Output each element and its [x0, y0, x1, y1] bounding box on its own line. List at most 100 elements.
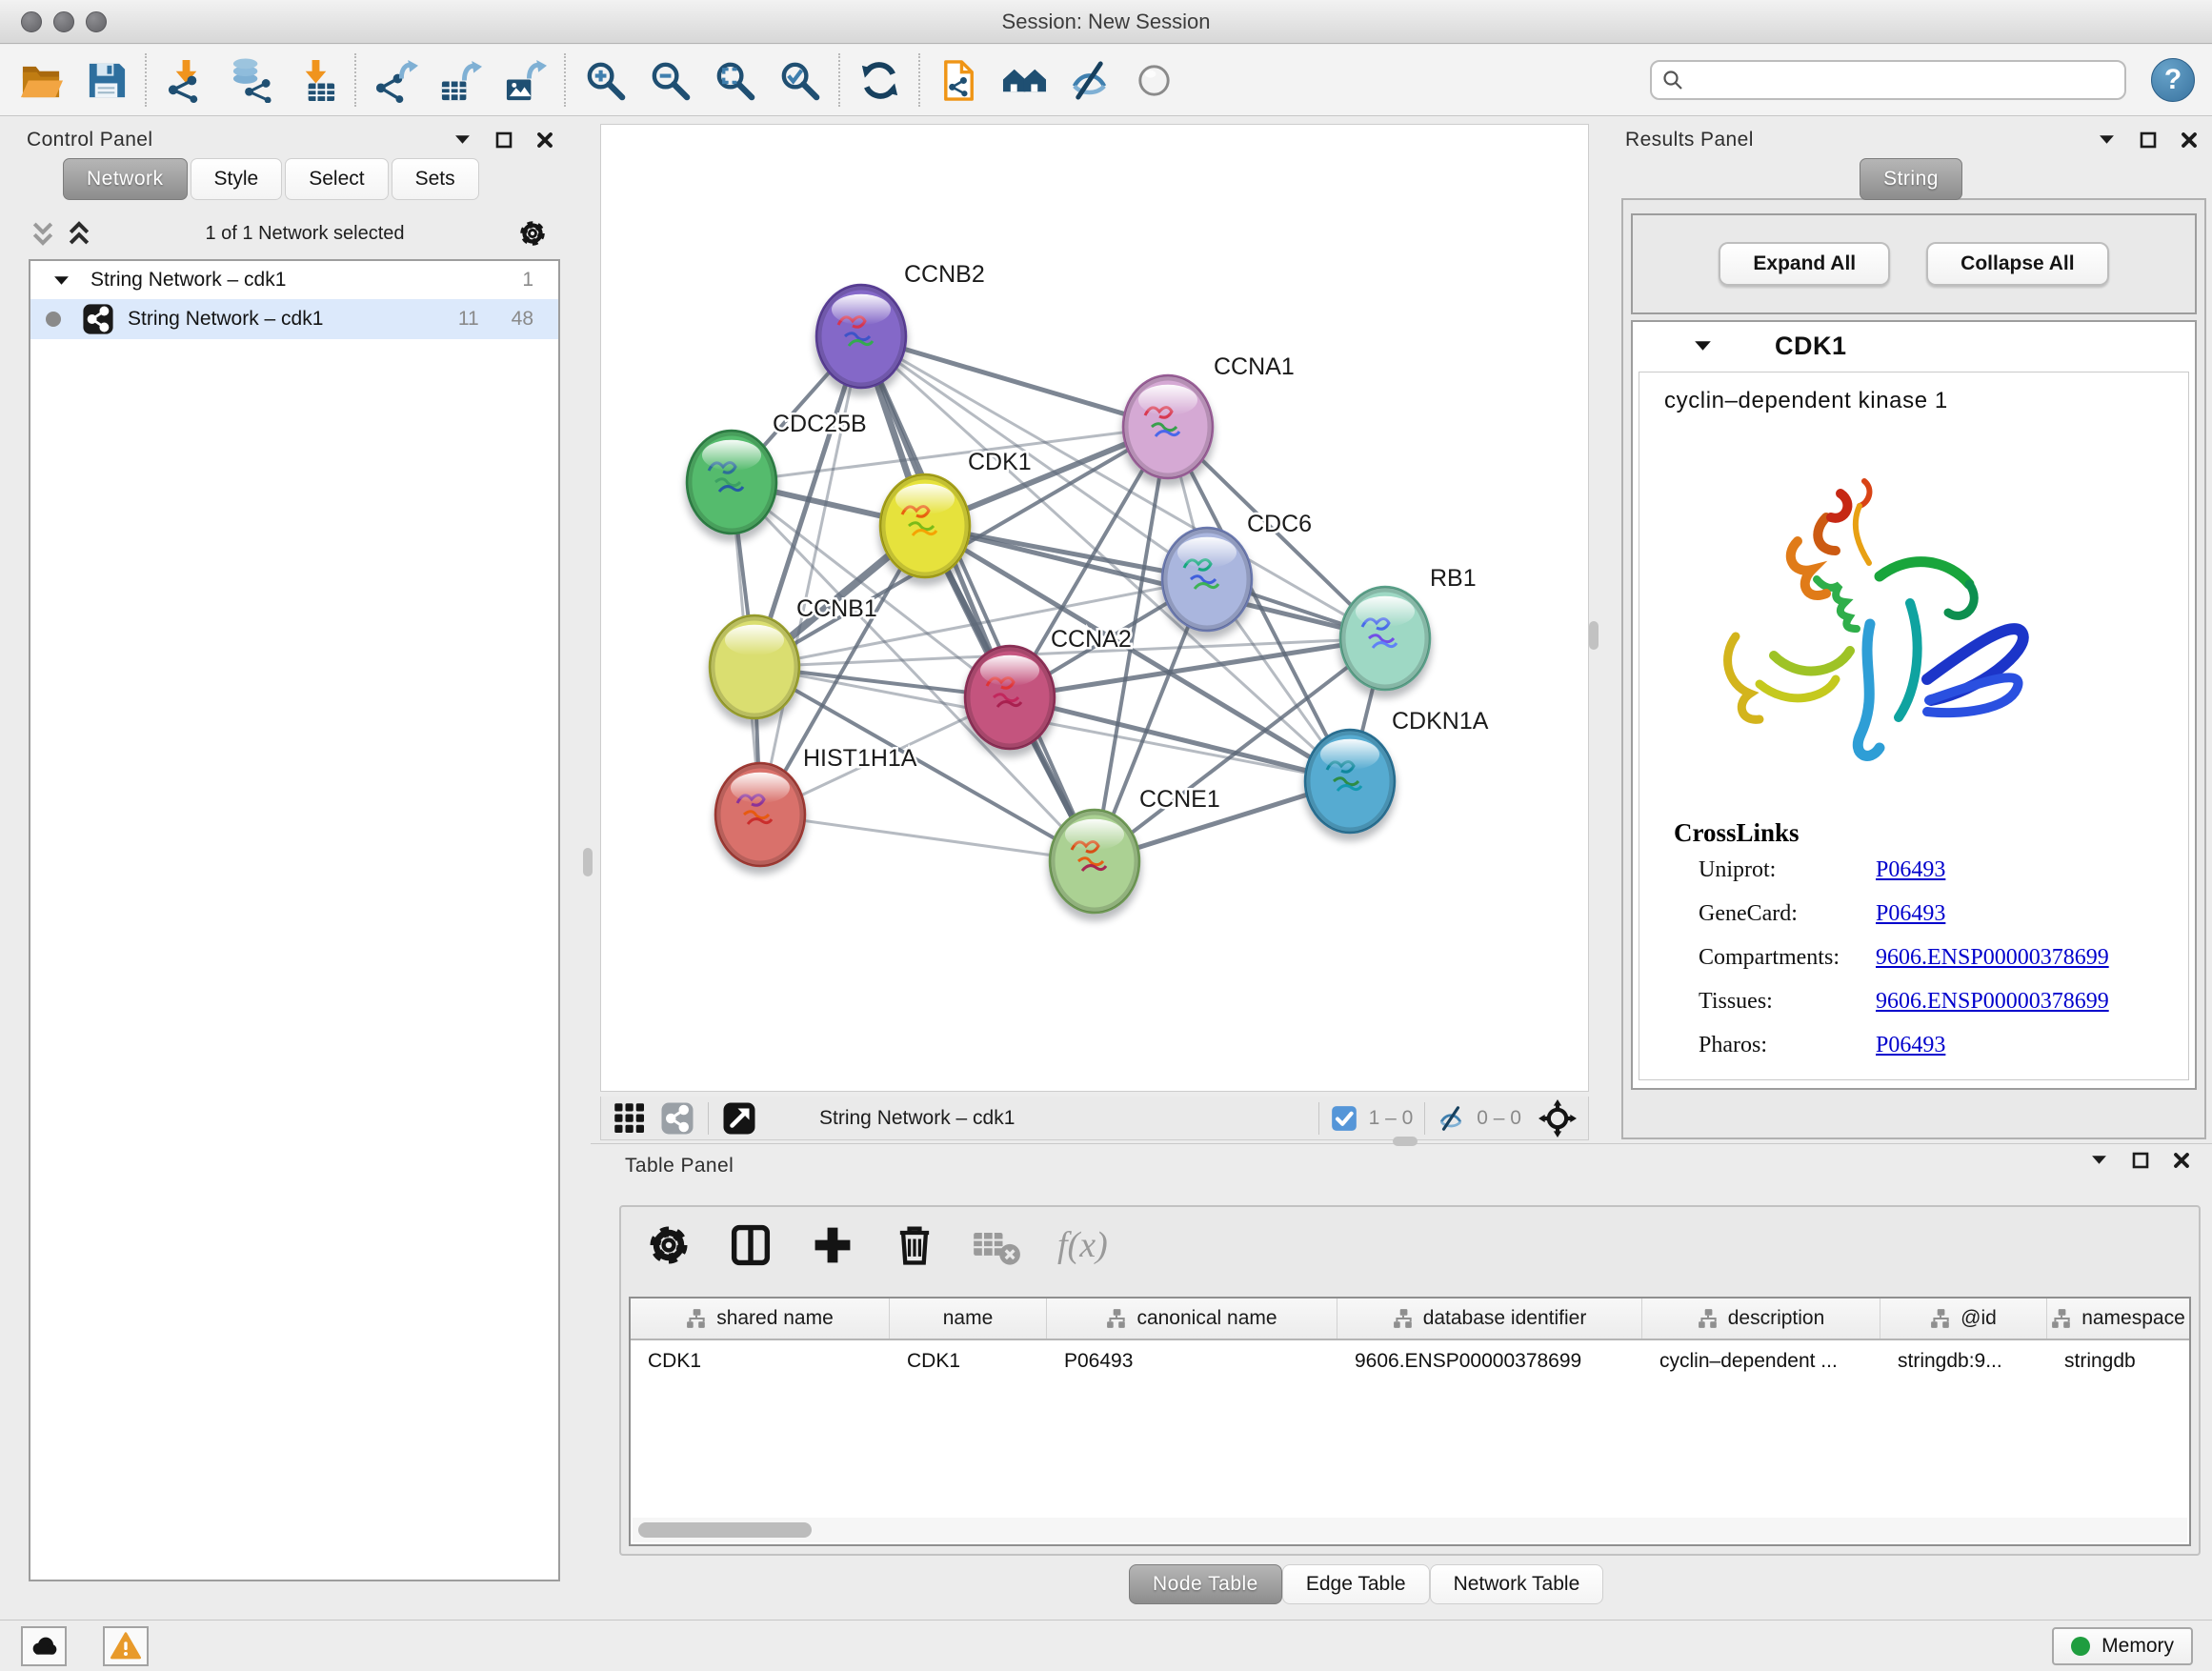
- tree-icon: [1930, 1308, 1951, 1329]
- table-cell[interactable]: stringdb:9...: [1880, 1350, 2047, 1373]
- zoom-selected-button[interactable]: [772, 52, 827, 108]
- edge-HIST1H1A-CCNE1[interactable]: [760, 815, 1095, 861]
- column-header-name[interactable]: name: [890, 1299, 1047, 1339]
- float-panel-icon[interactable]: [2097, 130, 2117, 150]
- node-cdkn1a[interactable]: CDKN1A: [1303, 708, 1489, 841]
- tab-sets[interactable]: Sets: [392, 158, 479, 200]
- node-cdc25b[interactable]: CDC25B: [685, 411, 867, 542]
- collapse-all-icon[interactable]: [29, 219, 57, 248]
- detach-view-icon[interactable]: [722, 1101, 756, 1136]
- table-cell[interactable]: stringdb: [2047, 1350, 2189, 1373]
- right-splitter-handle[interactable]: [1589, 621, 1599, 650]
- delete-column-icon[interactable]: [890, 1220, 939, 1270]
- crosslink-link[interactable]: P06493: [1876, 901, 1945, 927]
- column-header-description[interactable]: description: [1642, 1299, 1880, 1339]
- zoom-out-button[interactable]: [642, 52, 697, 108]
- column-header-shared-name[interactable]: shared name: [631, 1299, 890, 1339]
- table-cell[interactable]: P06493: [1047, 1350, 1337, 1373]
- render-detail-button[interactable]: [1126, 52, 1181, 108]
- table-settings-gear-icon[interactable]: [644, 1220, 694, 1270]
- tab-edge-table[interactable]: Edge Table: [1282, 1564, 1430, 1604]
- horizontal-splitter-handle[interactable]: [1393, 1137, 1418, 1146]
- float-panel-icon[interactable]: [2089, 1150, 2109, 1170]
- table-cell[interactable]: 9606.ENSP00000378699: [1337, 1350, 1642, 1373]
- add-column-icon[interactable]: [808, 1220, 857, 1270]
- crosslink-label: Compartments:: [1699, 945, 1876, 971]
- memory-button[interactable]: Memory: [2052, 1627, 2193, 1665]
- fit-content-icon[interactable]: [1538, 1099, 1577, 1137]
- save-session-button[interactable]: [78, 52, 133, 108]
- node-label-hist1h1a: HIST1H1A: [803, 745, 917, 772]
- collapse-all-button[interactable]: Collapse All: [1926, 242, 2108, 286]
- column-header-database-identifier[interactable]: database identifier: [1337, 1299, 1642, 1339]
- hide-selected-button[interactable]: [1061, 52, 1116, 108]
- node-hist1h1a[interactable]: HIST1H1A: [714, 745, 917, 875]
- table-cell[interactable]: CDK1: [890, 1350, 1047, 1373]
- tab-network[interactable]: Network: [63, 158, 188, 200]
- tab-node-table[interactable]: Node Table: [1129, 1564, 1282, 1604]
- cloud-status-button[interactable]: [21, 1626, 67, 1666]
- gear-icon[interactable]: [516, 217, 549, 250]
- close-panel-icon[interactable]: [2171, 1150, 2191, 1170]
- show-columns-icon[interactable]: [726, 1220, 775, 1270]
- table-horizontal-scrollbar[interactable]: [633, 1518, 2187, 1542]
- column-header--id[interactable]: @id: [1880, 1299, 2047, 1339]
- collection-caret-icon[interactable]: [53, 275, 70, 286]
- open-file-button[interactable]: [13, 52, 69, 108]
- gene-name: CDK1: [1775, 332, 1847, 361]
- column-header-namespace[interactable]: namespace: [2047, 1299, 2189, 1339]
- zoom-in-button[interactable]: [577, 52, 633, 108]
- hidden-eye-icon[interactable]: [1437, 1104, 1465, 1133]
- gene-card-header[interactable]: CDK1: [1633, 322, 2195, 370]
- warnings-button[interactable]: [103, 1626, 149, 1666]
- crosslink-link[interactable]: 9606.ENSP00000378699: [1876, 989, 2109, 1015]
- node-ccnb2[interactable]: CCNB2: [814, 261, 985, 396]
- network-canvas[interactable]: CCNB2CCNA1CDC25BCDK1CDC6RB1CCNB1CCNA2CDK…: [600, 124, 1589, 1092]
- node-ccne1[interactable]: CCNE1: [1048, 786, 1220, 921]
- search-input[interactable]: [1692, 70, 2115, 91]
- search-box[interactable]: [1650, 60, 2126, 100]
- table-cell[interactable]: CDK1: [631, 1350, 890, 1373]
- grid-view-icon[interactable]: [613, 1101, 647, 1136]
- expand-all-button[interactable]: Expand All: [1719, 242, 1890, 286]
- crosslink-link[interactable]: 9606.ENSP00000378699: [1876, 945, 2109, 971]
- crosslink-link[interactable]: P06493: [1876, 857, 1945, 883]
- left-splitter-handle[interactable]: [583, 848, 593, 876]
- tab-style[interactable]: Style: [191, 158, 283, 200]
- refresh-network-button[interactable]: [852, 52, 907, 108]
- float-panel-icon[interactable]: [452, 130, 473, 150]
- column-header-canonical-name[interactable]: canonical name: [1047, 1299, 1337, 1339]
- close-panel-icon[interactable]: [2179, 130, 2199, 150]
- network-collection-row[interactable]: String Network – cdk1 1: [30, 261, 558, 299]
- import-table-file-button[interactable]: [288, 52, 343, 108]
- tab-network-table[interactable]: Network Table: [1430, 1564, 1604, 1604]
- node-rb1[interactable]: RB1: [1338, 565, 1477, 698]
- network-from-selection-button[interactable]: [932, 52, 987, 108]
- maximize-panel-icon[interactable]: [2138, 130, 2158, 150]
- close-panel-icon[interactable]: [534, 130, 554, 150]
- selected-nodes-checkbox[interactable]: [1331, 1105, 1357, 1132]
- scrollbar-thumb[interactable]: [638, 1522, 812, 1538]
- expand-all-icon[interactable]: [65, 219, 93, 248]
- tab-string[interactable]: String: [1860, 158, 1962, 200]
- maximize-panel-icon[interactable]: [2130, 1150, 2150, 1170]
- tab-select[interactable]: Select: [285, 158, 388, 200]
- gene-caret-icon[interactable]: [1694, 340, 1712, 352]
- crosslink-link[interactable]: P06493: [1876, 1033, 1945, 1058]
- table-cell[interactable]: cyclin–dependent ...: [1642, 1350, 1880, 1373]
- edge-CCNB2-CCNE1[interactable]: [861, 336, 1095, 861]
- zoom-fit-button[interactable]: [707, 52, 762, 108]
- export-table-button[interactable]: [432, 52, 488, 108]
- edge-CCNB2-HIST1H1A[interactable]: [760, 336, 861, 815]
- node-cdc6[interactable]: CDC6: [1160, 511, 1312, 639]
- first-neighbors-button[interactable]: [996, 52, 1052, 108]
- help-button[interactable]: ?: [2151, 58, 2195, 102]
- export-image-button[interactable]: [497, 52, 553, 108]
- network-row-selected[interactable]: String Network – cdk1 11 48: [30, 299, 558, 339]
- maximize-panel-icon[interactable]: [493, 130, 513, 150]
- export-network-button[interactable]: [368, 52, 423, 108]
- network-overview-icon[interactable]: [660, 1101, 694, 1136]
- table-row[interactable]: CDK1CDK1P064939606.ENSP00000378699cyclin…: [631, 1340, 2189, 1382]
- import-network-file-button[interactable]: [158, 52, 213, 108]
- import-network-database-button[interactable]: [223, 52, 278, 108]
